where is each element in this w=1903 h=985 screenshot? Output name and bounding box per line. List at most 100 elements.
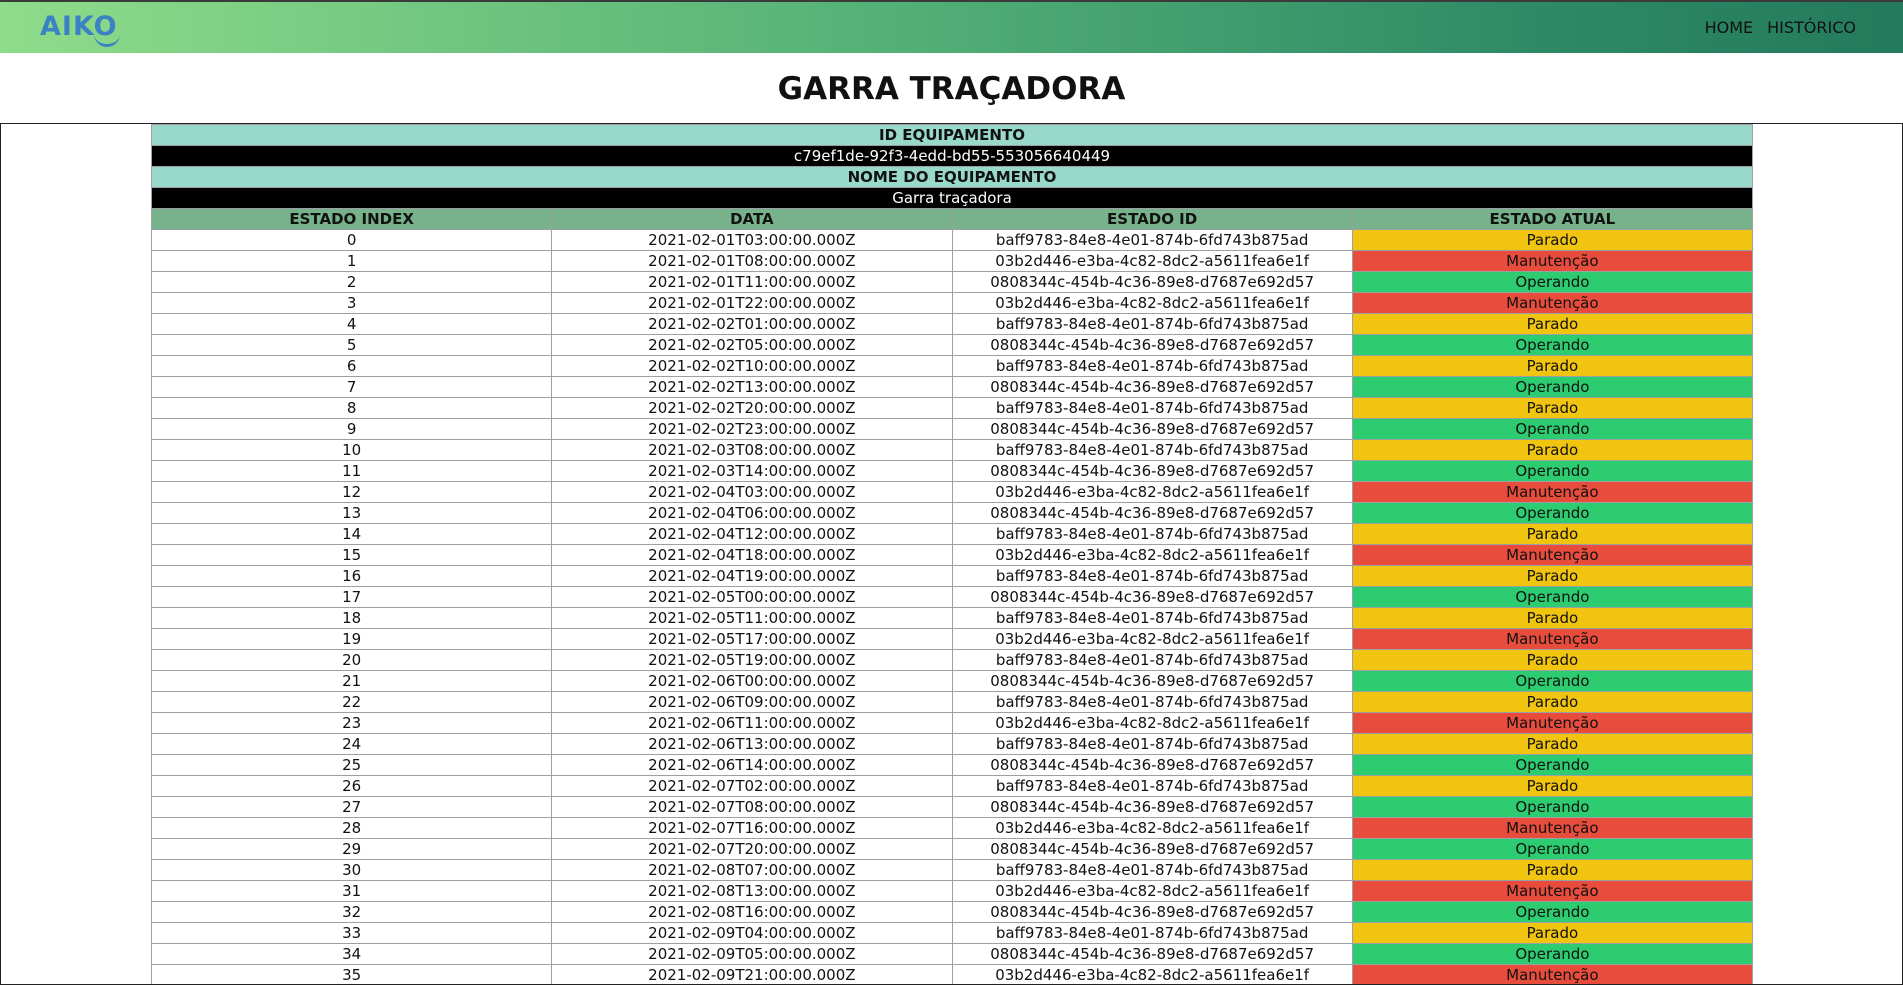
cell-estado-atual: Operando: [1352, 272, 1752, 293]
cell-data: 2021-02-02T05:00:00.000Z: [552, 335, 952, 356]
table-row: 312021-02-08T13:00:00.000Z03b2d446-e3ba-…: [152, 881, 1753, 902]
cell-estado-id: 03b2d446-e3ba-4c82-8dc2-a5611fea6e1f: [952, 251, 1352, 272]
cell-data: 2021-02-08T16:00:00.000Z: [552, 902, 952, 923]
table-row: 22021-02-01T11:00:00.000Z0808344c-454b-4…: [152, 272, 1753, 293]
cell-estado-id: 03b2d446-e3ba-4c82-8dc2-a5611fea6e1f: [952, 965, 1352, 985]
cell-estado-atual: Manutenção: [1352, 251, 1752, 272]
cell-estado-atual: Parado: [1352, 776, 1752, 797]
table-row: 142021-02-04T12:00:00.000Zbaff9783-84e8-…: [152, 524, 1753, 545]
cell-data: 2021-02-07T08:00:00.000Z: [552, 797, 952, 818]
cell-estado-index: 23: [152, 713, 552, 734]
cell-estado-id: baff9783-84e8-4e01-874b-6fd743b875ad: [952, 356, 1352, 377]
cell-data: 2021-02-03T14:00:00.000Z: [552, 461, 952, 482]
cell-estado-index: 34: [152, 944, 552, 965]
cell-estado-atual: Operando: [1352, 839, 1752, 860]
cell-estado-id: baff9783-84e8-4e01-874b-6fd743b875ad: [952, 776, 1352, 797]
cell-estado-id: baff9783-84e8-4e01-874b-6fd743b875ad: [952, 860, 1352, 881]
table-wrapper: ID EQUIPAMENTO c79ef1de-92f3-4edd-bd55-5…: [151, 124, 1753, 985]
cell-estado-index: 1: [152, 251, 552, 272]
cell-estado-atual: Parado: [1352, 566, 1752, 587]
table-row: 242021-02-06T13:00:00.000Zbaff9783-84e8-…: [152, 734, 1753, 755]
cell-estado-id: 0808344c-454b-4c36-89e8-d7687e692d57: [952, 944, 1352, 965]
nav-home-link[interactable]: HOME: [1705, 18, 1754, 37]
table-row: 232021-02-06T11:00:00.000Z03b2d446-e3ba-…: [152, 713, 1753, 734]
table-row: 42021-02-02T01:00:00.000Zbaff9783-84e8-4…: [152, 314, 1753, 335]
table-row: 272021-02-07T08:00:00.000Z0808344c-454b-…: [152, 797, 1753, 818]
cell-estado-index: 10: [152, 440, 552, 461]
table-frame: ID EQUIPAMENTO c79ef1de-92f3-4edd-bd55-5…: [0, 123, 1903, 985]
cell-estado-atual: Parado: [1352, 524, 1752, 545]
cell-estado-index: 27: [152, 797, 552, 818]
equipment-id-value: c79ef1de-92f3-4edd-bd55-553056640449: [152, 146, 1753, 167]
table-row: 252021-02-06T14:00:00.000Z0808344c-454b-…: [152, 755, 1753, 776]
cell-estado-index: 31: [152, 881, 552, 902]
cell-estado-atual: Operando: [1352, 377, 1752, 398]
cell-estado-id: 0808344c-454b-4c36-89e8-d7687e692d57: [952, 902, 1352, 923]
cell-estado-index: 12: [152, 482, 552, 503]
cell-estado-id: 03b2d446-e3ba-4c82-8dc2-a5611fea6e1f: [952, 881, 1352, 902]
cell-estado-index: 20: [152, 650, 552, 671]
cell-estado-id: 0808344c-454b-4c36-89e8-d7687e692d57: [952, 671, 1352, 692]
logo-swoosh-icon: [94, 32, 120, 47]
cell-estado-atual: Manutenção: [1352, 293, 1752, 314]
cell-estado-index: 9: [152, 419, 552, 440]
cell-estado-atual: Parado: [1352, 440, 1752, 461]
cell-estado-atual: Manutenção: [1352, 713, 1752, 734]
cell-estado-id: baff9783-84e8-4e01-874b-6fd743b875ad: [952, 566, 1352, 587]
cell-data: 2021-02-07T16:00:00.000Z: [552, 818, 952, 839]
cell-estado-index: 0: [152, 230, 552, 251]
cell-data: 2021-02-02T23:00:00.000Z: [552, 419, 952, 440]
table-row: 172021-02-05T00:00:00.000Z0808344c-454b-…: [152, 587, 1753, 608]
table-row: 152021-02-04T18:00:00.000Z03b2d446-e3ba-…: [152, 545, 1753, 566]
table-row: 342021-02-09T05:00:00.000Z0808344c-454b-…: [152, 944, 1753, 965]
cell-estado-id: 0808344c-454b-4c36-89e8-d7687e692d57: [952, 272, 1352, 293]
cell-estado-atual: Operando: [1352, 335, 1752, 356]
equipment-id-label: ID EQUIPAMENTO: [152, 125, 1753, 146]
cell-data: 2021-02-01T08:00:00.000Z: [552, 251, 952, 272]
cell-estado-index: 2: [152, 272, 552, 293]
table-row: 72021-02-02T13:00:00.000Z0808344c-454b-4…: [152, 377, 1753, 398]
cell-estado-index: 25: [152, 755, 552, 776]
cell-estado-atual: Manutenção: [1352, 482, 1752, 503]
cell-estado-atual: Parado: [1352, 398, 1752, 419]
cell-estado-index: 21: [152, 671, 552, 692]
cell-estado-index: 18: [152, 608, 552, 629]
table-row: 212021-02-06T00:00:00.000Z0808344c-454b-…: [152, 671, 1753, 692]
table-row: 32021-02-01T22:00:00.000Z03b2d446-e3ba-4…: [152, 293, 1753, 314]
table-row: 292021-02-07T20:00:00.000Z0808344c-454b-…: [152, 839, 1753, 860]
cell-data: 2021-02-02T20:00:00.000Z: [552, 398, 952, 419]
table-row: 162021-02-04T19:00:00.000Zbaff9783-84e8-…: [152, 566, 1753, 587]
cell-estado-id: baff9783-84e8-4e01-874b-6fd743b875ad: [952, 314, 1352, 335]
cell-estado-atual: Manutenção: [1352, 545, 1752, 566]
cell-estado-id: 0808344c-454b-4c36-89e8-d7687e692d57: [952, 335, 1352, 356]
cell-estado-atual: Operando: [1352, 461, 1752, 482]
cell-data: 2021-02-01T22:00:00.000Z: [552, 293, 952, 314]
table-row: 82021-02-02T20:00:00.000Zbaff9783-84e8-4…: [152, 398, 1753, 419]
cell-estado-index: 7: [152, 377, 552, 398]
nav-historico-link[interactable]: HISTÓRICO: [1767, 18, 1856, 37]
table-row: 222021-02-06T09:00:00.000Zbaff9783-84e8-…: [152, 692, 1753, 713]
cell-estado-id: 0808344c-454b-4c36-89e8-d7687e692d57: [952, 503, 1352, 524]
cell-estado-index: 26: [152, 776, 552, 797]
cell-estado-id: 0808344c-454b-4c36-89e8-d7687e692d57: [952, 587, 1352, 608]
equipment-name-label: NOME DO EQUIPAMENTO: [152, 167, 1753, 188]
cell-data: 2021-02-05T11:00:00.000Z: [552, 608, 952, 629]
cell-data: 2021-02-06T00:00:00.000Z: [552, 671, 952, 692]
cell-estado-id: 0808344c-454b-4c36-89e8-d7687e692d57: [952, 839, 1352, 860]
cell-estado-atual: Operando: [1352, 587, 1752, 608]
table-row: 62021-02-02T10:00:00.000Zbaff9783-84e8-4…: [152, 356, 1753, 377]
cell-estado-index: 22: [152, 692, 552, 713]
cell-estado-id: 03b2d446-e3ba-4c82-8dc2-a5611fea6e1f: [952, 629, 1352, 650]
cell-estado-atual: Parado: [1352, 230, 1752, 251]
cell-estado-atual: Operando: [1352, 944, 1752, 965]
table-row: 282021-02-07T16:00:00.000Z03b2d446-e3ba-…: [152, 818, 1753, 839]
cell-estado-id: 03b2d446-e3ba-4c82-8dc2-a5611fea6e1f: [952, 713, 1352, 734]
cell-estado-index: 30: [152, 860, 552, 881]
cell-estado-atual: Operando: [1352, 503, 1752, 524]
cell-estado-index: 5: [152, 335, 552, 356]
table-row: 352021-02-09T21:00:00.000Z03b2d446-e3ba-…: [152, 965, 1753, 985]
cell-estado-atual: Operando: [1352, 419, 1752, 440]
cell-data: 2021-02-04T18:00:00.000Z: [552, 545, 952, 566]
cell-estado-index: 35: [152, 965, 552, 985]
cell-estado-id: 0808344c-454b-4c36-89e8-d7687e692d57: [952, 797, 1352, 818]
